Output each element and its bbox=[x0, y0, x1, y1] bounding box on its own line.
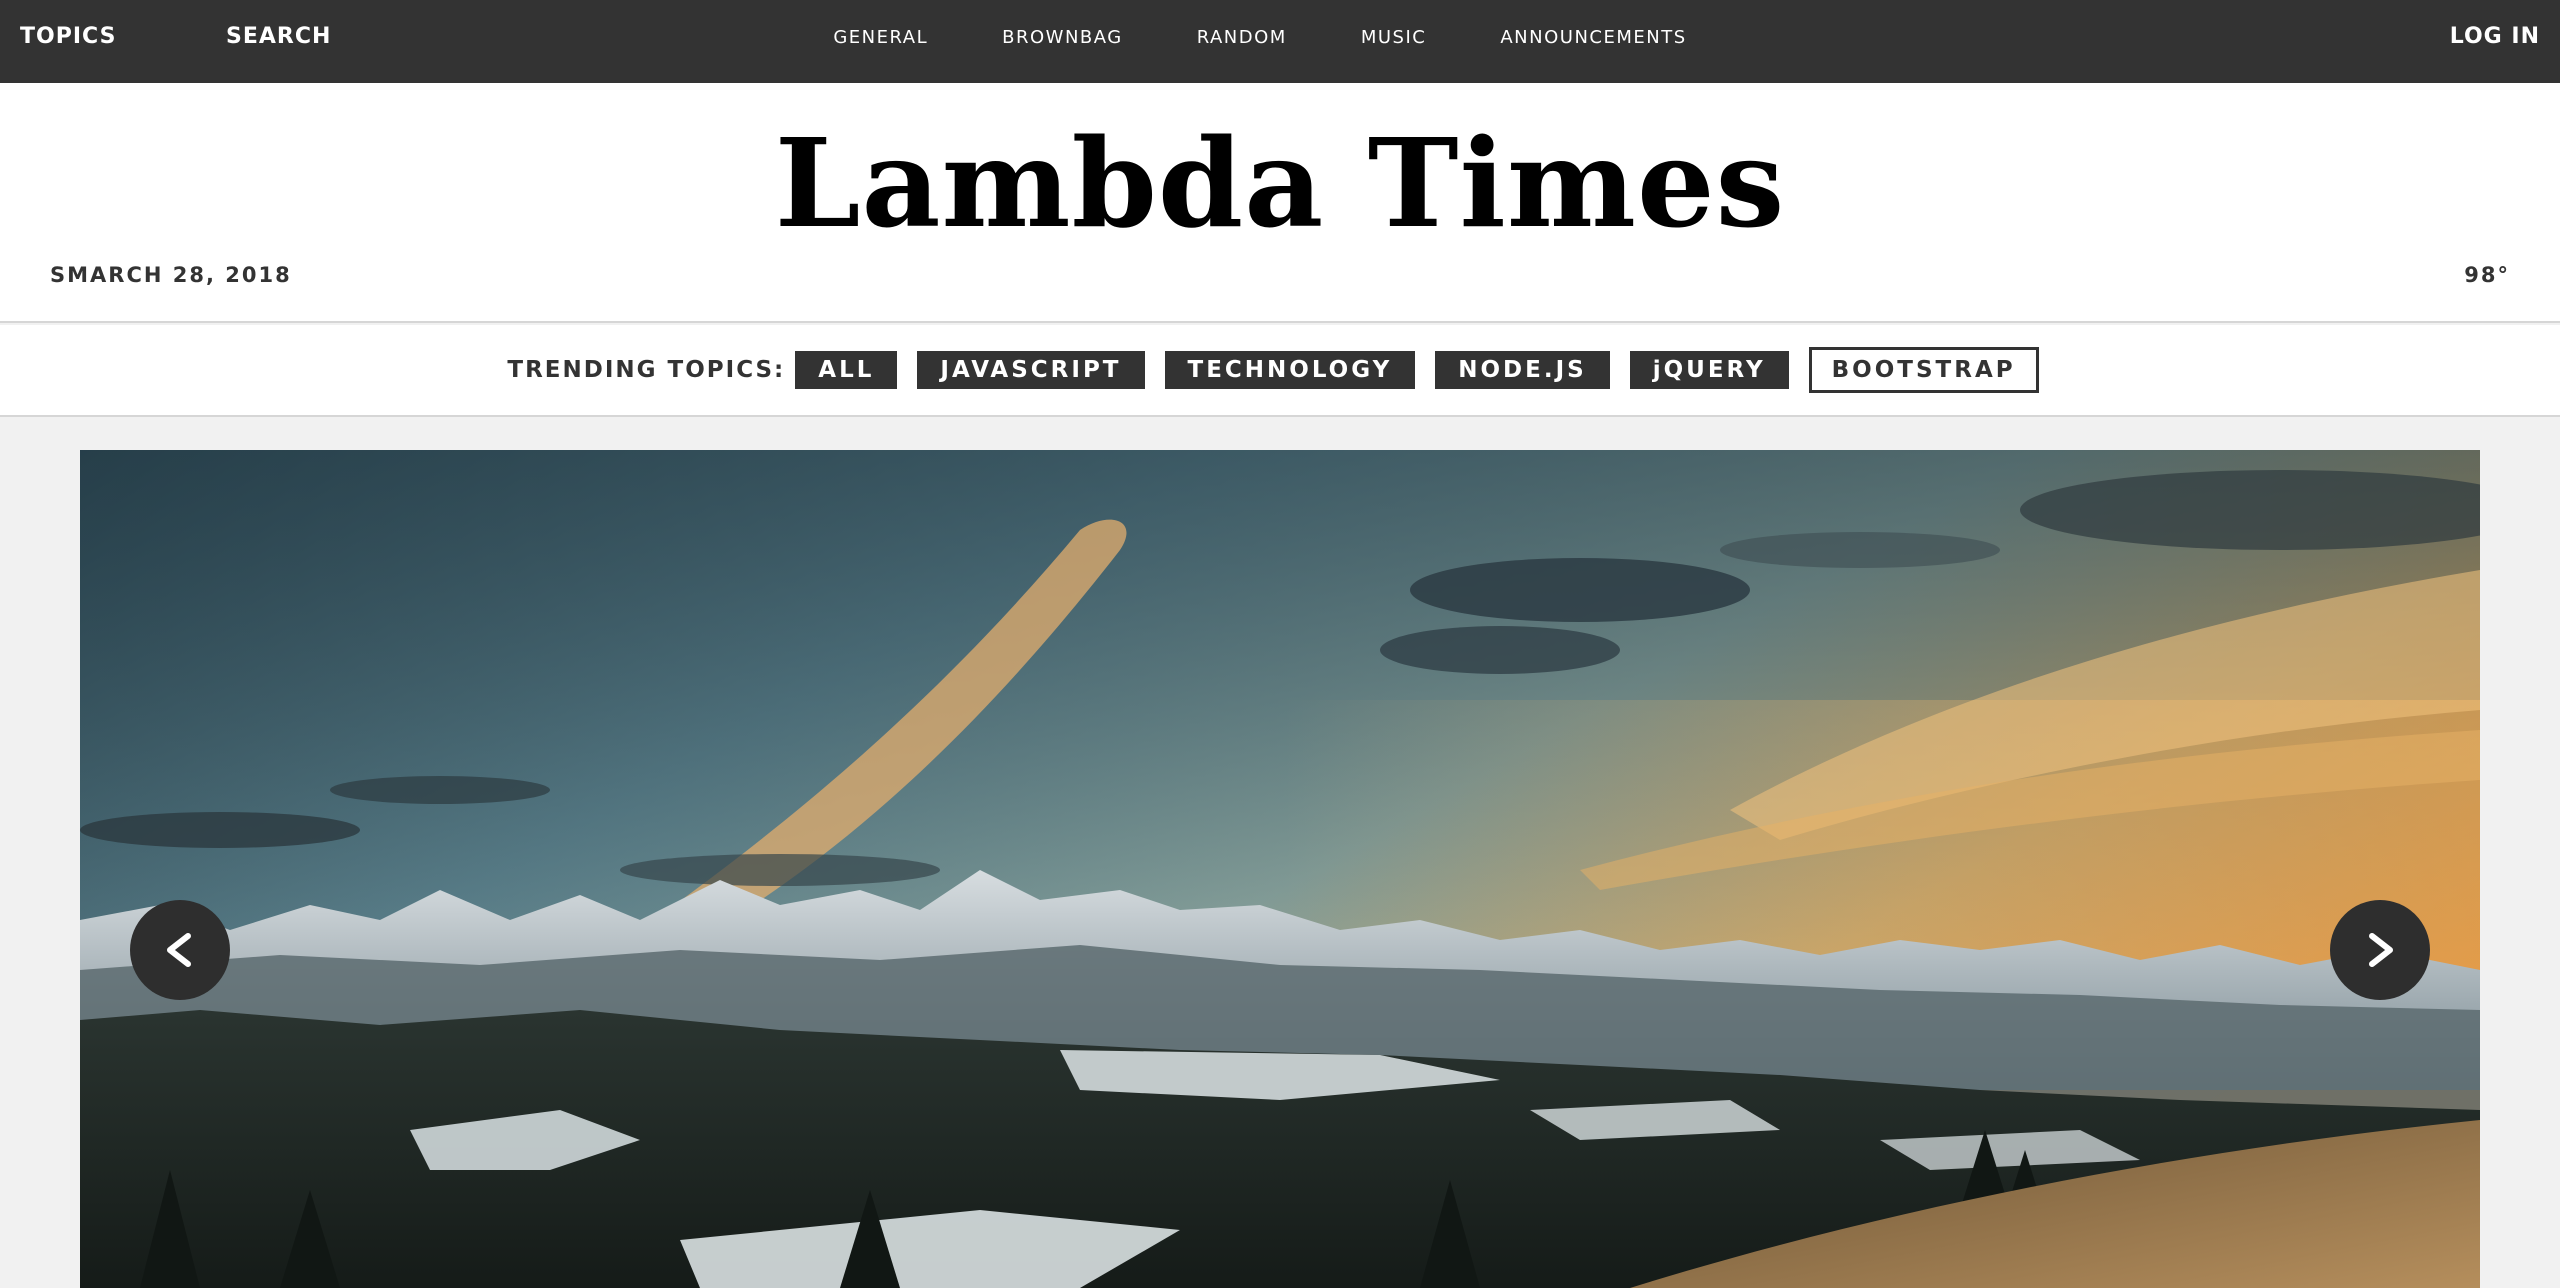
nav-announcements[interactable]: ANNOUNCEMENTS bbox=[1500, 27, 1686, 48]
chevron-right-icon bbox=[2369, 933, 2393, 967]
header-temperature: 98° bbox=[2464, 263, 2510, 287]
chevron-left-icon bbox=[167, 933, 191, 967]
tab-nodejs[interactable]: NODE.JS bbox=[1435, 351, 1610, 389]
carousel-image bbox=[80, 450, 2480, 1288]
login-link[interactable]: LOG IN bbox=[2450, 24, 2540, 49]
carousel-prev-button[interactable] bbox=[130, 900, 230, 1000]
main-nav: GENERAL BROWNBAG RANDOM MUSIC ANNOUNCEME… bbox=[0, 27, 2560, 48]
site-title: Lambda Times bbox=[774, 111, 1786, 255]
tab-all[interactable]: ALL bbox=[795, 351, 898, 389]
header-date: SMARCH 28, 2018 bbox=[50, 263, 292, 287]
top-bar: TOPICS SEARCH GENERAL BROWNBAG RANDOM MU… bbox=[0, 0, 2560, 83]
trending-label: TRENDING TOPICS: bbox=[507, 357, 786, 383]
tab-jquery[interactable]: jQUERY bbox=[1629, 351, 1789, 389]
tab-bootstrap[interactable]: BOOTSTRAP bbox=[1808, 347, 2039, 393]
image-carousel bbox=[80, 450, 2480, 1288]
nav-music[interactable]: MUSIC bbox=[1361, 27, 1427, 48]
nav-brownbag[interactable]: BROWNBAG bbox=[1002, 27, 1123, 48]
tab-technology[interactable]: TECHNOLOGY bbox=[1164, 351, 1416, 389]
nav-general[interactable]: GENERAL bbox=[833, 27, 928, 48]
carousel-next-button[interactable] bbox=[2330, 900, 2430, 1000]
nav-random[interactable]: RANDOM bbox=[1197, 27, 1287, 48]
tab-javascript[interactable]: JAVASCRIPT bbox=[917, 351, 1145, 389]
masthead: Lambda Times SMARCH 28, 2018 98° bbox=[0, 83, 2560, 323]
trending-topics-bar: TRENDING TOPICS: ALL JAVASCRIPT TECHNOLO… bbox=[0, 325, 2560, 417]
